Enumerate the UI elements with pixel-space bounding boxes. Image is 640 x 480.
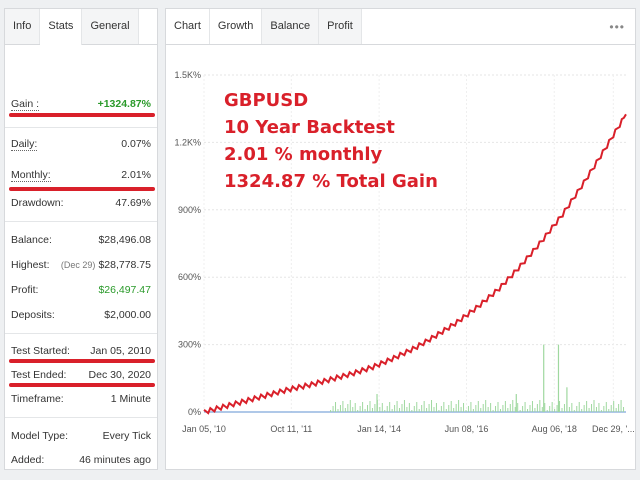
highlight-monthly (9, 187, 155, 191)
stat-deposits-label: Deposits: (11, 309, 55, 321)
stat-gain-value: +1324.87% (97, 98, 151, 110)
stat-model-type: Model Type: Every Tick (11, 429, 151, 443)
chart-tabs: Chart Growth Balance Profit ••• (166, 9, 635, 45)
stat-test-started-label: Test Started: (11, 345, 70, 357)
chart-panel: Chart Growth Balance Profit ••• 0% 300% 60… (165, 8, 636, 470)
stat-gain-label[interactable]: Gain : (11, 98, 40, 111)
y-tick-label: 300% (178, 340, 201, 350)
stat-test-ended-label: Test Ended: (11, 369, 67, 381)
stat-drawdown-label: Drawdown: (11, 197, 64, 209)
stat-test-started-value: Jan 05, 2010 (90, 345, 151, 357)
y-tick-label: 600% (178, 272, 201, 282)
annotation-symbol: GBPUSD (224, 90, 309, 111)
stat-highest-label: Highest: (11, 259, 50, 271)
stat-profit: Profit: $26,497.47 (11, 283, 151, 297)
tab-balance[interactable]: Balance (262, 9, 320, 44)
stat-highest-amount: $28,778.75 (98, 259, 151, 271)
x-tick-label: Jun 08, '16 (445, 424, 489, 434)
backtest-annotation: GBPUSD 10 Year Backtest 2.01 % monthly 1… (224, 87, 438, 195)
stat-profit-value: $26,497.47 (98, 284, 151, 296)
stat-added: Added: 46 minutes ago (11, 453, 151, 467)
annotation-total-gain: 1324.87 % Total Gain (224, 171, 438, 192)
stat-daily-value: 0.07% (121, 138, 151, 150)
stat-test-ended: Test Ended: Dec 30, 2020 (11, 368, 151, 382)
stat-deposits-value: $2,000.00 (104, 309, 151, 321)
x-tick-label: Jan 05, '10 (182, 424, 226, 434)
stat-balance-value: $28,496.08 (98, 234, 151, 246)
stat-profit-label: Profit: (11, 284, 39, 296)
y-tick-label: 900% (178, 205, 201, 215)
annotation-monthly: 2.01 % monthly (224, 144, 383, 165)
x-tick-label: Aug 06, '18 (532, 424, 577, 434)
highlight-test-ended (9, 383, 155, 387)
tab-chart[interactable]: Chart (166, 9, 210, 44)
highlight-gain (9, 113, 155, 117)
x-tick-label: Oct 11, '11 (270, 424, 312, 434)
stat-daily: Daily: 0.07% (11, 137, 151, 151)
x-tick-label: Dec 29, '... (592, 424, 635, 434)
x-tick-label: Jan 14, '14 (357, 424, 401, 434)
annotation-backtest: 10 Year Backtest (224, 117, 395, 138)
stat-daily-label[interactable]: Daily: (11, 138, 38, 151)
stat-added-value: 46 minutes ago (79, 454, 151, 466)
stat-timeframe: Timeframe: 1 Minute (11, 392, 151, 406)
stat-timeframe-label: Timeframe: (11, 393, 64, 405)
stat-model-type-value: Every Tick (102, 430, 151, 442)
tab-stats[interactable]: Stats (40, 9, 83, 45)
stat-drawdown-value: 47.69% (115, 197, 151, 209)
stats-panel: Info Stats General Gain : +1324.87% Dail… (4, 8, 158, 470)
stat-monthly-label[interactable]: Monthly: (11, 169, 51, 182)
tab-general[interactable]: General (82, 9, 139, 44)
stat-gain: Gain : +1324.87% (11, 97, 151, 111)
stat-highest: Highest: (Dec 29) $28,778.75 (11, 258, 151, 272)
stat-drawdown: Drawdown: 47.69% (11, 196, 151, 210)
y-tick-label: 1.5K% (174, 70, 201, 80)
y-tick-label: 1.2K% (174, 137, 201, 147)
stat-monthly: Monthly: 2.01% (11, 168, 151, 182)
stat-monthly-value: 2.01% (121, 169, 151, 181)
stat-balance-label: Balance: (11, 234, 52, 246)
stat-highest-value: (Dec 29) $28,778.75 (61, 259, 151, 271)
stat-added-label: Added: (11, 454, 45, 466)
stat-timeframe-value: 1 Minute (110, 393, 151, 405)
highlight-test-started (9, 359, 155, 363)
stat-balance: Balance: $28,496.08 (11, 233, 151, 247)
stats-tabs: Info Stats General (5, 9, 157, 45)
tab-growth[interactable]: Growth (209, 9, 263, 44)
stat-model-type-label: Model Type: (11, 430, 69, 442)
stat-test-ended-value: Dec 30, 2020 (88, 369, 151, 381)
tab-profit[interactable]: Profit (319, 9, 362, 44)
stat-highest-date: (Dec 29) (60, 260, 96, 270)
tab-info[interactable]: Info (5, 9, 41, 44)
stat-test-started: Test Started: Jan 05, 2010 (11, 344, 151, 358)
stat-deposits: Deposits: $2,000.00 (11, 308, 151, 322)
ellipsis-icon[interactable]: ••• (609, 20, 625, 34)
y-tick-label: 0% (188, 407, 201, 417)
